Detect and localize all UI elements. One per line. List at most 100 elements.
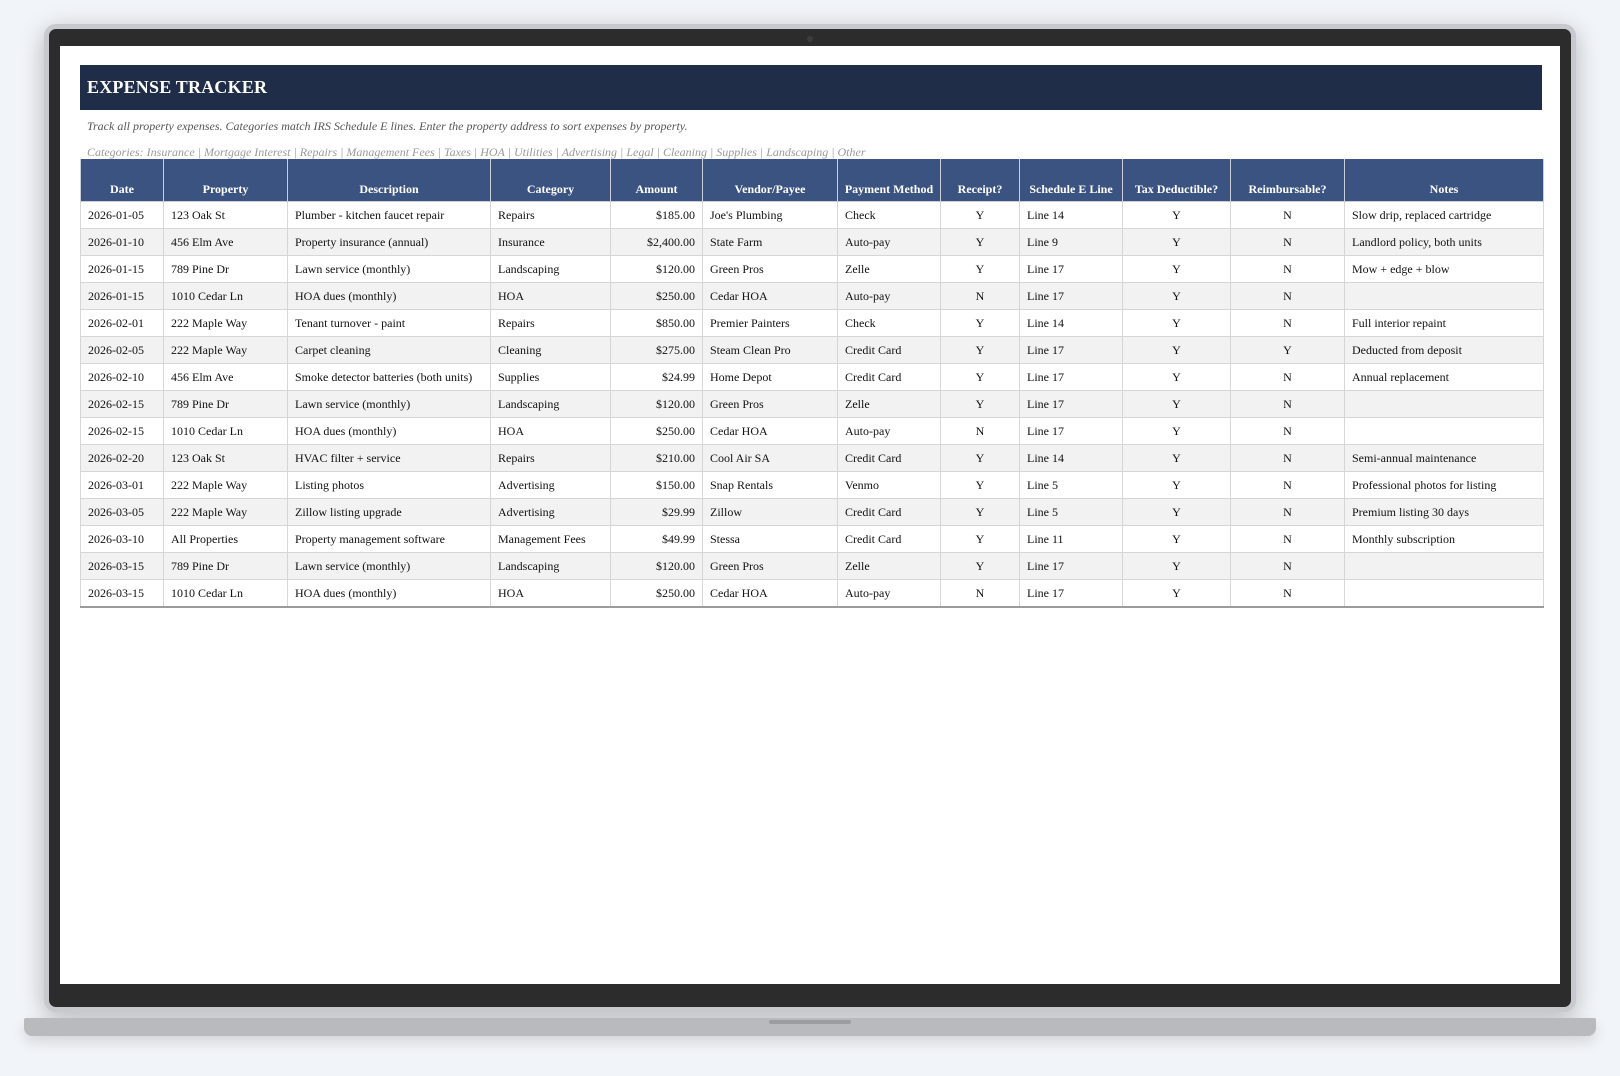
cell-schedule-e-line[interactable]: Line 5 [1019, 498, 1123, 526]
cell-notes[interactable]: Semi-annual maintenance [1344, 444, 1544, 472]
cell-payment-method[interactable]: Auto-pay [837, 417, 941, 445]
cell-payment-method[interactable]: Credit Card [837, 363, 941, 391]
cell-notes[interactable]: Slow drip, replaced cartridge [1344, 201, 1544, 229]
cell-description[interactable]: HOA dues (monthly) [287, 282, 491, 310]
cell-notes[interactable] [1344, 417, 1544, 445]
cell-amount[interactable]: $29.99 [610, 498, 703, 526]
cell-property[interactable]: 123 Oak St [163, 201, 288, 229]
cell-notes[interactable]: Professional photos for listing [1344, 471, 1544, 499]
cell-payment-method[interactable]: Check [837, 309, 941, 337]
cell-category[interactable]: HOA [490, 579, 611, 608]
cell-notes[interactable]: Landlord policy, both units [1344, 228, 1544, 256]
cell-category[interactable]: Advertising [490, 498, 611, 526]
cell-amount[interactable]: $120.00 [610, 552, 703, 580]
cell-property[interactable]: 456 Elm Ave [163, 228, 288, 256]
cell-payment-method[interactable]: Credit Card [837, 498, 941, 526]
cell-property[interactable]: 456 Elm Ave [163, 363, 288, 391]
cell-payment-method[interactable]: Auto-pay [837, 282, 941, 310]
cell-vendor[interactable]: Premier Painters [702, 309, 838, 337]
cell-date[interactable]: 2026-02-05 [80, 336, 164, 364]
cell-receipt[interactable]: N [940, 417, 1020, 445]
cell-reimbursable[interactable]: N [1230, 579, 1345, 608]
cell-description[interactable]: Lawn service (monthly) [287, 552, 491, 580]
cell-vendor[interactable]: Cool Air SA [702, 444, 838, 472]
cell-vendor[interactable]: Snap Rentals [702, 471, 838, 499]
cell-description[interactable]: Carpet cleaning [287, 336, 491, 364]
cell-schedule-e-line[interactable]: Line 14 [1019, 444, 1123, 472]
cell-tax-deductible[interactable]: Y [1122, 498, 1231, 526]
cell-reimbursable[interactable]: N [1230, 471, 1345, 499]
cell-property[interactable]: 1010 Cedar Ln [163, 282, 288, 310]
cell-payment-method[interactable]: Zelle [837, 255, 941, 283]
cell-tax-deductible[interactable]: Y [1122, 525, 1231, 553]
cell-receipt[interactable]: Y [940, 552, 1020, 580]
header-description[interactable]: Description [287, 159, 491, 202]
cell-category[interactable]: Landscaping [490, 552, 611, 580]
cell-tax-deductible[interactable]: Y [1122, 282, 1231, 310]
cell-schedule-e-line[interactable]: Line 14 [1019, 201, 1123, 229]
cell-notes[interactable] [1344, 579, 1544, 608]
cell-amount[interactable]: $49.99 [610, 525, 703, 553]
cell-property[interactable]: 222 Maple Way [163, 498, 288, 526]
cell-date[interactable]: 2026-03-05 [80, 498, 164, 526]
cell-tax-deductible[interactable]: Y [1122, 417, 1231, 445]
header-reimbursable[interactable]: Reimbursable? [1230, 159, 1345, 202]
cell-date[interactable]: 2026-02-01 [80, 309, 164, 337]
cell-reimbursable[interactable]: Y [1230, 336, 1345, 364]
cell-payment-method[interactable]: Auto-pay [837, 228, 941, 256]
cell-amount[interactable]: $250.00 [610, 417, 703, 445]
cell-property[interactable]: 1010 Cedar Ln [163, 579, 288, 608]
cell-description[interactable]: Plumber - kitchen faucet repair [287, 201, 491, 229]
cell-receipt[interactable]: Y [940, 390, 1020, 418]
cell-date[interactable]: 2026-03-10 [80, 525, 164, 553]
cell-notes[interactable]: Mow + edge + blow [1344, 255, 1544, 283]
cell-date[interactable]: 2026-01-05 [80, 201, 164, 229]
cell-reimbursable[interactable]: N [1230, 228, 1345, 256]
header-tax-deductible[interactable]: Tax Deductible? [1122, 159, 1231, 202]
cell-schedule-e-line[interactable]: Line 14 [1019, 309, 1123, 337]
cell-tax-deductible[interactable]: Y [1122, 390, 1231, 418]
cell-date[interactable]: 2026-03-15 [80, 579, 164, 608]
cell-receipt[interactable]: Y [940, 525, 1020, 553]
cell-schedule-e-line[interactable]: Line 17 [1019, 336, 1123, 364]
cell-amount[interactable]: $2,400.00 [610, 228, 703, 256]
cell-schedule-e-line[interactable]: Line 17 [1019, 255, 1123, 283]
cell-notes[interactable]: Deducted from deposit [1344, 336, 1544, 364]
cell-amount[interactable]: $120.00 [610, 255, 703, 283]
cell-schedule-e-line[interactable]: Line 17 [1019, 363, 1123, 391]
cell-tax-deductible[interactable]: Y [1122, 228, 1231, 256]
cell-tax-deductible[interactable]: Y [1122, 363, 1231, 391]
cell-vendor[interactable]: Joe's Plumbing [702, 201, 838, 229]
cell-vendor[interactable]: Zillow [702, 498, 838, 526]
cell-schedule-e-line[interactable]: Line 17 [1019, 552, 1123, 580]
cell-date[interactable]: 2026-02-10 [80, 363, 164, 391]
cell-tax-deductible[interactable]: Y [1122, 336, 1231, 364]
cell-description[interactable]: HOA dues (monthly) [287, 579, 491, 608]
cell-receipt[interactable]: Y [940, 363, 1020, 391]
cell-description[interactable]: Lawn service (monthly) [287, 390, 491, 418]
cell-vendor[interactable]: Cedar HOA [702, 579, 838, 608]
cell-reimbursable[interactable]: N [1230, 498, 1345, 526]
cell-notes[interactable] [1344, 390, 1544, 418]
cell-notes[interactable]: Premium listing 30 days [1344, 498, 1544, 526]
cell-vendor[interactable]: Steam Clean Pro [702, 336, 838, 364]
cell-category[interactable]: Supplies [490, 363, 611, 391]
cell-receipt[interactable]: Y [940, 228, 1020, 256]
cell-category[interactable]: Repairs [490, 444, 611, 472]
cell-receipt[interactable]: N [940, 579, 1020, 608]
cell-notes[interactable]: Annual replacement [1344, 363, 1544, 391]
cell-date[interactable]: 2026-01-10 [80, 228, 164, 256]
cell-tax-deductible[interactable]: Y [1122, 579, 1231, 608]
cell-receipt[interactable]: Y [940, 498, 1020, 526]
cell-payment-method[interactable]: Zelle [837, 390, 941, 418]
cell-date[interactable]: 2026-01-15 [80, 282, 164, 310]
cell-date[interactable]: 2026-02-15 [80, 390, 164, 418]
cell-amount[interactable]: $210.00 [610, 444, 703, 472]
cell-tax-deductible[interactable]: Y [1122, 471, 1231, 499]
cell-property[interactable]: 123 Oak St [163, 444, 288, 472]
cell-amount[interactable]: $120.00 [610, 390, 703, 418]
header-property[interactable]: Property [163, 159, 288, 202]
cell-category[interactable]: Repairs [490, 201, 611, 229]
cell-payment-method[interactable]: Auto-pay [837, 579, 941, 608]
cell-vendor[interactable]: Home Depot [702, 363, 838, 391]
